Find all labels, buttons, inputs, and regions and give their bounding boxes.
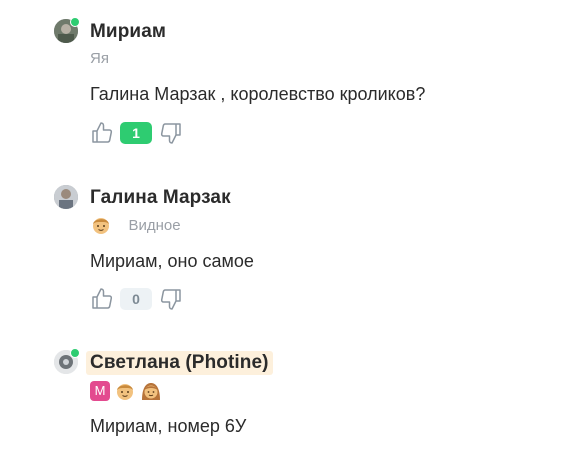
author-location: Видное [128,216,181,234]
author-name[interactable]: Светлана (Photine) [86,351,273,375]
online-indicator [70,348,80,358]
boy-face-emoji [93,218,109,234]
vote-bar: 0 [90,286,183,312]
vote-bar: 1 [90,120,183,146]
thumbs-down-icon[interactable] [159,287,183,311]
author-meta: Видное [90,214,181,236]
vote-count: 0 [120,288,152,310]
thumbs-down-icon[interactable] [159,121,183,145]
author-name[interactable]: Мириам [90,21,166,43]
avatar[interactable] [54,185,78,209]
author-badges: М [90,380,162,402]
author-name[interactable]: Галина Марзак [90,187,231,209]
girl-face-emoji [142,383,160,400]
vote-count: 1 [120,122,152,144]
avatar-photo [54,185,78,209]
thumbs-up-icon[interactable] [90,121,114,145]
comment-text: Галина Марзак , королевство кроликов? [90,84,426,104]
boy-face-emoji [117,384,133,400]
thumbs-up-icon[interactable] [90,287,114,311]
avatar[interactable] [54,348,80,374]
author-subtitle: Яя [90,50,109,67]
avatar[interactable] [54,17,80,43]
comment-text: Мириам, номер 6У [90,416,247,436]
online-indicator [70,17,80,27]
user-badge: М [90,381,110,401]
comment-text: Мириам, оно самое [90,251,254,271]
